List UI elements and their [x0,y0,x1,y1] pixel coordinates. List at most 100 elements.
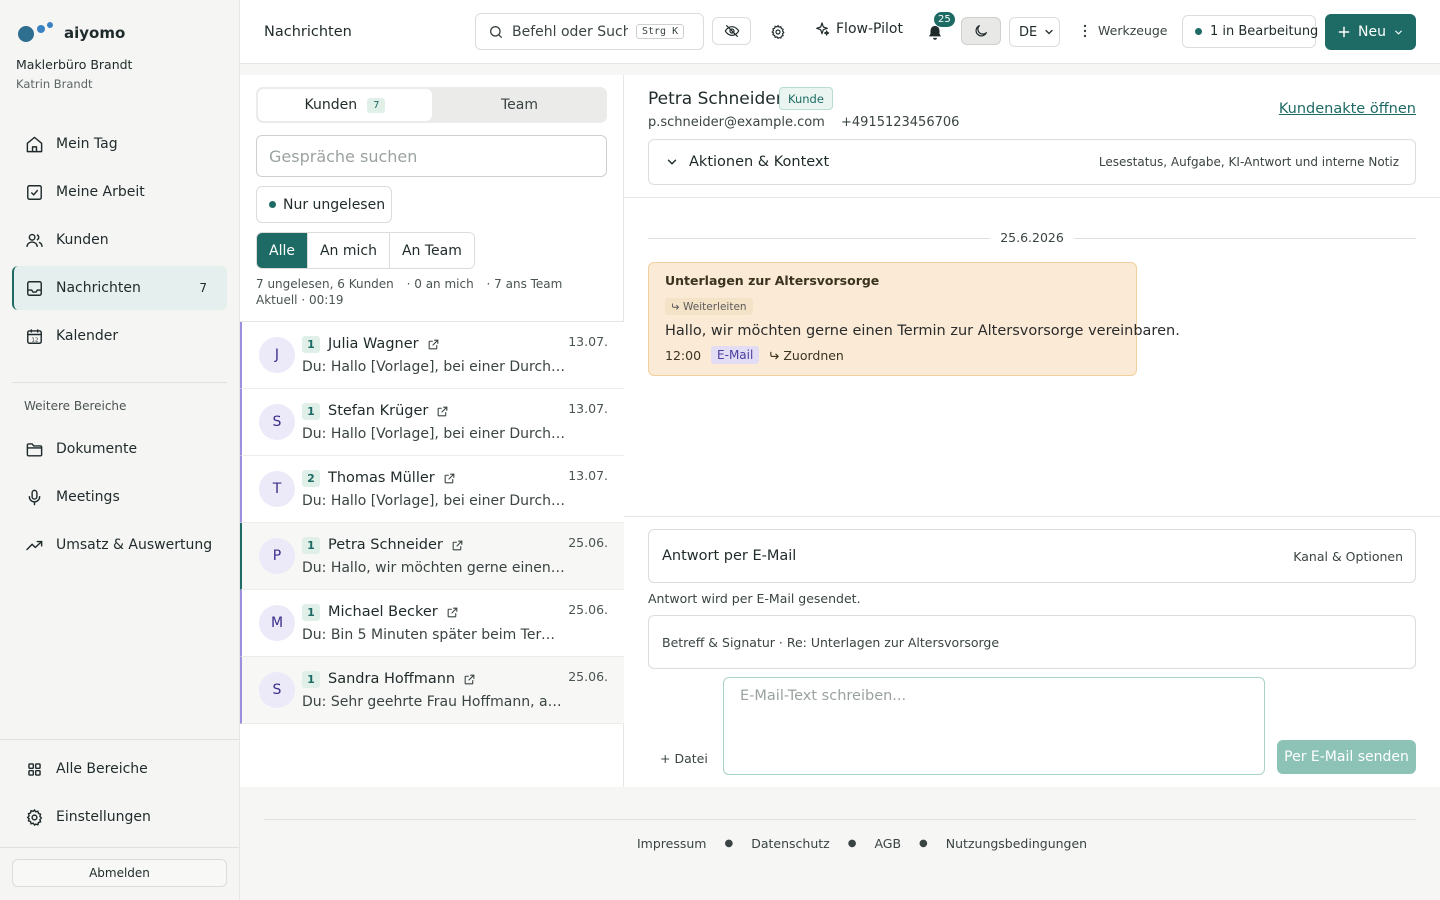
composer-divider [624,516,1440,517]
conversation-row[interactable]: J 1 Julia Wagner 13.07. Du: Hallo [Vorla… [240,322,624,389]
channel-options-button[interactable]: Kanal & Optionen [1293,549,1403,564]
filter-alle[interactable]: Alle [257,233,307,268]
message-body: Hallo, wir möchten gerne einen Termin zu… [665,323,1180,339]
date-separator-label: 25.6.2026 [1000,230,1064,245]
footer-divider [264,819,1416,820]
conversation-row[interactable]: T 2 Thomas Müller 13.07. Du: Hallo [Vorl… [240,456,624,523]
brand-logo[interactable]: aiyomo [18,22,125,44]
external-link-icon[interactable] [463,673,476,686]
privacy-toggle-button[interactable] [712,17,751,45]
sidebar-item-label: Meine Arbeit [56,184,145,200]
conversation-row[interactable]: S 1 Stefan Krüger 13.07. Du: Hallo [Vorl… [240,389,624,456]
sidebar-item-kunden[interactable]: Kunden [12,218,227,262]
external-link-icon[interactable] [436,405,449,418]
actions-hint: Lesestatus, Aufgabe, KI-Antwort und inte… [1098,155,1399,169]
sidebar-item-label: Umsatz & Auswertung [56,537,213,553]
conversation-row-selected[interactable]: P 1 Petra Schneider 25.06. Du: Hallo, wi… [240,523,624,590]
message-time: 12:00 [665,347,702,363]
conversation-preview: Du: Hallo [Vorlage], bei einer Durchsich… [302,426,568,442]
filter-an-team[interactable]: An Team [388,233,474,268]
plus-icon [1338,26,1350,38]
footer-link-nutzungsbedingungen[interactable]: Nutzungsbedingungen [946,836,1087,851]
notification-count-badge: 25 [934,12,955,27]
sidebar-item-nachrichten[interactable]: Nachrichten 7 [12,266,227,310]
new-button[interactable]: Neu [1325,14,1416,50]
avatar: J [259,337,295,373]
forward-label: Weiterleiten [683,300,747,313]
sidebar-item-label: Nachrichten [56,280,141,296]
in-progress-status-button[interactable]: 1 in Bearbeitung [1182,15,1318,48]
attach-file-button[interactable]: + Datei [660,751,708,766]
to-team-count: · 7 ans Team [486,277,563,291]
external-link-icon[interactable] [446,606,459,619]
contact-name: Stefan Krüger [328,403,449,419]
unread-only-filter[interactable]: Nur ungelesen [256,186,392,223]
conversation-row[interactable]: M 1 Michael Becker 25.06. Du: Bin 5 Minu… [240,590,624,657]
dark-mode-toggle[interactable] [961,17,1001,45]
unread-count-badge: 1 [302,604,320,621]
external-link-icon[interactable] [427,338,440,351]
external-link-icon[interactable] [443,472,456,485]
footer-separator: ● [847,838,857,849]
footer-link-agb[interactable]: AGB [874,836,901,851]
reply-channel-note: Antwort wird per E-Mail gesendet. [648,591,861,606]
filter-an-mich[interactable]: An mich [306,233,389,268]
conversation-search-input[interactable] [256,135,607,177]
to-me-count: · 0 an mich [406,277,474,291]
conversation-date: 25.06. [568,669,608,684]
contact-name: Thomas Müller [328,470,456,486]
footer-link-impressum[interactable]: Impressum [637,836,706,851]
subject-signature-field[interactable]: Betreff & Signatur · Re: Unterlagen zur … [648,615,1416,669]
sidebar-item-mein-tag[interactable]: Mein Tag [12,122,227,166]
language-select[interactable]: DE [1009,17,1060,47]
contact-name-text: Michael Becker [328,604,438,620]
forward-arrow-icon [672,303,679,310]
actions-title: Aktionen & Kontext [689,154,830,170]
external-link-icon[interactable] [451,539,464,552]
conversation-detail-panel: Petra Schneider Kunde p.schneider@exampl… [624,75,1440,787]
unread-count-badge: 1 [302,336,320,353]
reply-channel-label: Antwort per E-Mail [662,548,797,564]
user-name: Katrin Brandt [16,77,93,91]
contact-name-text: Petra Schneider [328,537,443,553]
email-body-input[interactable] [723,677,1265,775]
conversation-preview: Du: Hallo [Vorlage], bei einer Durchsich… [302,493,568,509]
reply-channel-selector[interactable]: Antwort per E-Mail Kanal & Optionen [648,529,1416,583]
users-icon [26,233,43,247]
inbox-icon [27,280,42,296]
sidebar-item-einstellungen[interactable]: Einstellungen [12,795,227,839]
tools-menu-button[interactable]: Werkzeuge [1082,23,1168,38]
footer-link-datenschutz[interactable]: Datenschutz [751,836,830,851]
checkbox-icon [27,184,42,200]
avatar: P [259,538,295,574]
sidebar-item-meine-arbeit[interactable]: Meine Arbeit [12,170,227,214]
sidebar-item-umsatz[interactable]: Umsatz & Auswertung [12,523,227,567]
date-separator: 25.6.2026 [648,229,1416,247]
date-separator-line [1074,238,1416,239]
command-search[interactable]: Befehl oder Suche Strg K [475,13,704,50]
flow-pilot-button[interactable]: Flow-Pilot [814,21,903,37]
sidebar-item-dokumente[interactable]: Dokumente [12,427,227,471]
incoming-message: Unterlagen zur Altersvorsorge Weiterleit… [648,262,1180,376]
assign-label: Zuordnen [783,347,844,363]
assign-button[interactable]: Zuordnen [769,348,844,363]
contact-name-text: Julia Wagner [328,336,419,352]
unread-summary: 7 ungelesen, 6 Kunden [256,277,394,291]
actions-context-toggle[interactable]: Aktionen & Kontext Lesestatus, Aufgabe, … [648,139,1416,185]
message-subject: Unterlagen zur Altersvorsorge [665,273,880,288]
forward-button[interactable]: Weiterleiten [665,298,753,315]
sidebar-item-alle-bereiche[interactable]: Alle Bereiche [12,747,227,791]
tab-team[interactable]: Team [434,89,605,121]
sidebar-item-label: Kalender [56,328,119,344]
command-search-text: Befehl oder Suche [512,23,628,40]
settings-button[interactable] [767,21,789,43]
open-customer-record-link[interactable]: Kundenakte öffnen [1279,101,1416,117]
tab-kunden[interactable]: Kunden 7 [258,89,432,121]
conversation-row[interactable]: S 1 Sandra Hoffmann 25.06. Du: Sehr geeh… [240,657,624,724]
footer: Impressum ● Datenschutz ● AGB ● Nutzungs… [637,836,1087,851]
sidebar-item-kalender[interactable]: 12 Kalender [12,314,227,358]
send-email-button[interactable]: Per E-Mail senden [1277,740,1416,774]
logout-button[interactable]: Abmelden [12,859,227,887]
avatar: S [259,404,295,440]
sidebar-item-meetings[interactable]: Meetings [12,475,227,519]
